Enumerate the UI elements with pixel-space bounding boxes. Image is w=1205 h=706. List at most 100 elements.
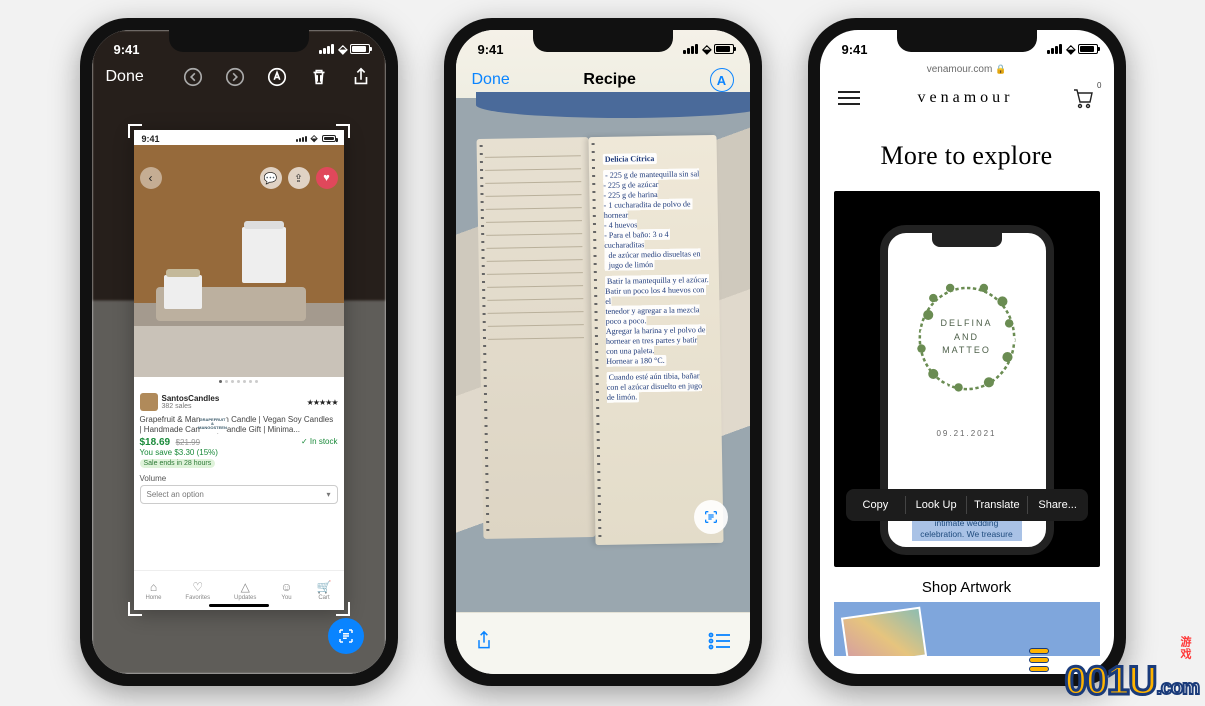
artwork-card[interactable]: DELFINA AND MATTEO 09.21.2021 We would b… bbox=[834, 191, 1100, 567]
site-logo[interactable]: venamour bbox=[918, 89, 1014, 107]
seller-avatar bbox=[140, 393, 158, 411]
favorite-icon[interactable]: ♥ bbox=[316, 167, 338, 189]
select-placeholder: Select an option bbox=[147, 490, 204, 499]
list-icon[interactable] bbox=[708, 632, 732, 655]
status-time: 9:41 bbox=[114, 42, 140, 57]
markup-toolbar: Done bbox=[92, 62, 386, 96]
site-navbar: venamour 0 bbox=[820, 79, 1114, 115]
seller-row[interactable]: SantosCandles 382 sales ★★★★★ bbox=[140, 393, 338, 411]
cart-badge: 0 bbox=[1097, 81, 1101, 90]
person-icon: ☺ bbox=[280, 581, 292, 593]
done-button[interactable]: Done bbox=[106, 68, 144, 86]
artwork-strip[interactable] bbox=[834, 602, 1100, 656]
watermark-flag-icon bbox=[1029, 648, 1049, 672]
menu-icon[interactable] bbox=[838, 91, 860, 105]
tab-home[interactable]: ⌂ Home bbox=[145, 581, 161, 601]
notch bbox=[533, 30, 673, 52]
battery-icon bbox=[714, 44, 734, 54]
live-text-button[interactable] bbox=[328, 618, 364, 654]
markup-icon[interactable]: A bbox=[710, 68, 734, 92]
share-icon[interactable] bbox=[350, 66, 372, 88]
wifi-icon: ⬙ bbox=[1066, 42, 1073, 56]
recipe-steps: Batir la mantequilla y el azúcar. Batir … bbox=[604, 274, 708, 367]
section-heading: More to explore bbox=[820, 141, 1114, 171]
watermark: 001U.com bbox=[1065, 659, 1199, 704]
wifi-icon: ⬙ bbox=[702, 42, 709, 56]
signal-icon bbox=[296, 136, 307, 142]
and-text: AND bbox=[888, 331, 1046, 345]
photo-attachment[interactable]: Delicia Cítrica - 225 g de mantequilla s… bbox=[456, 98, 750, 612]
tab-updates[interactable]: △Updates bbox=[234, 581, 256, 601]
photo-pager-dots[interactable] bbox=[134, 377, 344, 386]
volume-select[interactable]: Select an option ▾ bbox=[140, 485, 338, 504]
lock-icon: 🔒 bbox=[995, 64, 1006, 74]
url-text: venamour.com bbox=[927, 64, 993, 75]
live-text-button[interactable] bbox=[694, 500, 728, 534]
old-price: $21.99 bbox=[176, 438, 200, 447]
tab-bar: ⌂ Home ♡ Favorites △Updates ☺ You 🛒Cart bbox=[134, 570, 344, 610]
signal-icon bbox=[683, 44, 698, 54]
recipe-final: Cuando esté aún tibia, bañar con el azúc… bbox=[606, 370, 702, 403]
chevron-down-icon: ▾ bbox=[326, 490, 330, 499]
notebook-right-page: Delicia Cítrica - 225 g de mantequilla s… bbox=[588, 135, 723, 545]
undo-icon[interactable] bbox=[182, 66, 204, 88]
invitation-date: 09.21.2021 bbox=[888, 429, 1046, 438]
invitation-names: DELFINA AND MATTEO bbox=[888, 317, 1046, 358]
menu-lookup[interactable]: Look Up bbox=[906, 499, 966, 511]
screen: 9:41 ⬙ Done bbox=[92, 30, 386, 674]
tab-label: Home bbox=[145, 595, 161, 601]
tab-label: You bbox=[281, 595, 291, 601]
seller-name: SantosCandles bbox=[162, 394, 220, 403]
share-icon[interactable]: ⇪ bbox=[288, 167, 310, 189]
signal-icon bbox=[319, 44, 334, 54]
screenshot-crop-frame[interactable]: 9:41 ⬙ ‹ 💬 ⇪ ♥ bbox=[134, 130, 344, 610]
menu-copy[interactable]: Copy bbox=[846, 499, 906, 511]
tab-label: Updates bbox=[234, 595, 256, 601]
candle-label: GRAPEFRUIT & MANGOSTEEN bbox=[200, 415, 226, 433]
shop-artwork-link[interactable]: Shop Artwork bbox=[820, 579, 1114, 596]
watermark-main: 001U bbox=[1065, 659, 1157, 703]
notch bbox=[897, 30, 1037, 52]
inner-time: 9:41 bbox=[142, 134, 160, 144]
recipe-heading: Delicia Cítrica bbox=[602, 153, 656, 165]
tab-label: Favorites bbox=[185, 595, 210, 601]
markup-icon[interactable] bbox=[266, 66, 288, 88]
candle-large: GRAPEFRUIT & MANGOSTEEN bbox=[242, 227, 286, 283]
envelope-art bbox=[840, 607, 926, 656]
watermark-side-text: 游戏 bbox=[1177, 636, 1193, 660]
tab-cart[interactable]: 🛒Cart bbox=[317, 581, 332, 601]
cart-icon[interactable]: 0 bbox=[1071, 87, 1095, 109]
tab-favorites[interactable]: ♡ Favorites bbox=[185, 581, 210, 601]
name-1: DELFINA bbox=[888, 317, 1046, 331]
address-bar[interactable]: venamour.com 🔒 bbox=[820, 62, 1114, 79]
menu-translate[interactable]: Translate bbox=[967, 499, 1027, 511]
share-icon[interactable] bbox=[474, 629, 494, 659]
seller-sales: 382 sales bbox=[162, 403, 220, 410]
savings-text: You save $3.30 (15%) bbox=[140, 448, 338, 457]
embedded-screenshot: 9:41 ⬙ ‹ 💬 ⇪ ♥ bbox=[134, 130, 344, 610]
battery-icon bbox=[1078, 44, 1098, 54]
back-button[interactable]: ‹ bbox=[140, 167, 162, 189]
notes-bottom-bar bbox=[456, 612, 750, 674]
battery-icon bbox=[322, 135, 336, 142]
redo-icon[interactable] bbox=[224, 66, 246, 88]
done-button[interactable]: Done bbox=[472, 71, 510, 89]
heart-icon: ♡ bbox=[192, 581, 203, 593]
tab-you[interactable]: ☺ You bbox=[280, 581, 292, 601]
product-photo: ‹ 💬 ⇪ ♥ GRAPEFRUIT & MANGOSTEEN GRAPEFRU… bbox=[134, 145, 344, 377]
phone-1: 9:41 ⬙ Done bbox=[80, 18, 398, 686]
phone-3: 9:41 ⬙ venamour.com 🔒 venamour 0 Mo bbox=[808, 18, 1126, 686]
home-icon: ⌂ bbox=[150, 581, 157, 593]
screen: 9:41 ⬙ Done Recipe A bbox=[456, 30, 750, 674]
signal-icon bbox=[1047, 44, 1062, 54]
inner-status-bar: 9:41 ⬙ bbox=[134, 130, 344, 145]
note-title: Recipe bbox=[583, 71, 635, 89]
trash-icon[interactable] bbox=[308, 66, 330, 88]
watermark-suffix: .com bbox=[1156, 677, 1199, 699]
notch bbox=[169, 30, 309, 52]
mock-notch bbox=[932, 233, 1002, 247]
comment-icon[interactable]: 💬 bbox=[260, 167, 282, 189]
menu-share[interactable]: Share... bbox=[1028, 499, 1088, 511]
screen: 9:41 ⬙ venamour.com 🔒 venamour 0 Mo bbox=[820, 30, 1114, 674]
product-title: Grapefruit & Mangosteen Candle | Vegan S… bbox=[140, 415, 338, 434]
